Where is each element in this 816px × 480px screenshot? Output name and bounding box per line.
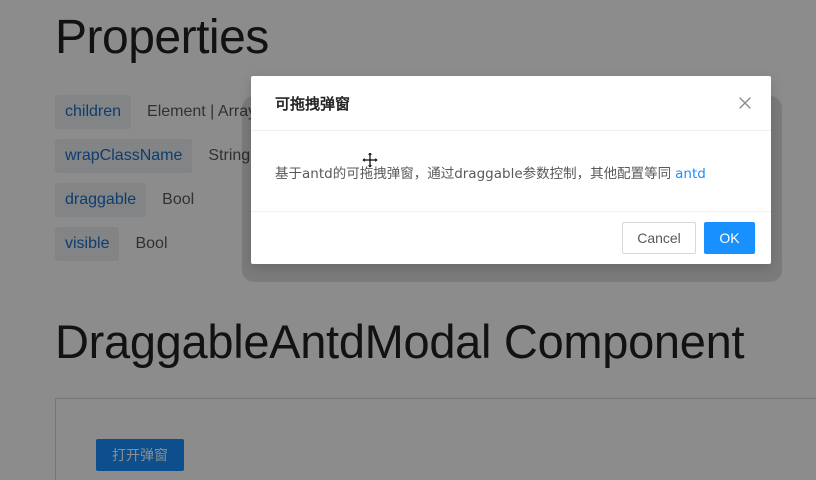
move-cursor-icon <box>361 151 379 169</box>
modal-body: 基于antd的可拖拽弹窗，通过draggable参数控制，其他配置等同 antd <box>251 131 771 212</box>
cancel-button[interactable]: Cancel <box>622 222 696 254</box>
modal-title: 可拖拽弹窗 <box>275 95 351 113</box>
modal-header[interactable]: 可拖拽弹窗 <box>251 76 771 131</box>
close-icon[interactable] <box>737 95 753 111</box>
modal-body-text: 基于antd的可拖拽弹窗，通过draggable参数控制，其他配置等同 antd <box>275 162 706 182</box>
antd-link[interactable]: antd <box>675 166 706 182</box>
modal-dialog: 可拖拽弹窗 基于antd的可拖拽弹窗，通过draggable参数控制，其他配置等… <box>251 76 771 264</box>
modal-footer: Cancel OK <box>251 212 771 264</box>
modal-body-description: 基于antd的可拖拽弹窗，通过draggable参数控制，其他配置等同 <box>275 166 672 182</box>
ok-button[interactable]: OK <box>704 222 755 254</box>
